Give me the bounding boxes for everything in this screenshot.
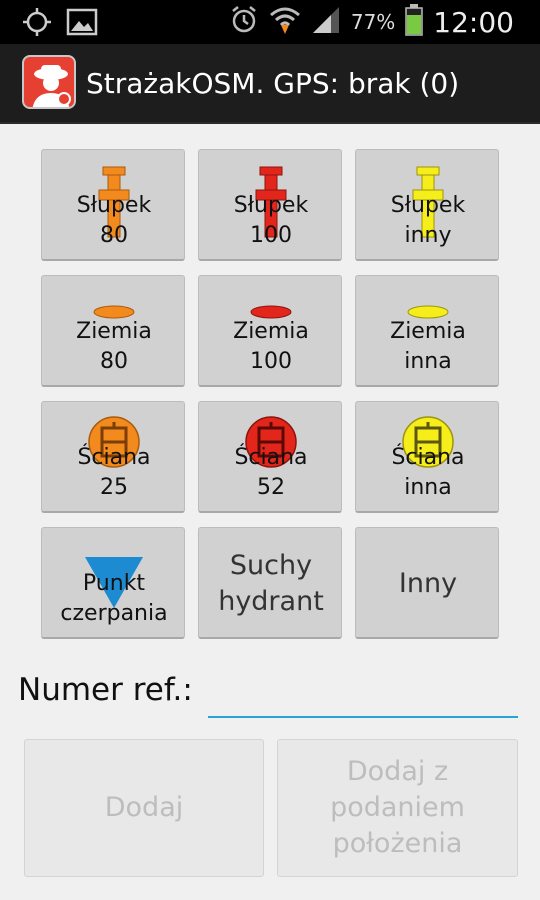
add-with-position-button[interactable]: Dodaj z podaniem położenia [277, 739, 518, 877]
signal-icon [311, 5, 341, 39]
button-label: Ściana 25 [77, 445, 151, 500]
alarm-icon [229, 5, 259, 39]
button-label: Ściana 52 [234, 445, 308, 500]
button-label: Ziemia 80 [76, 319, 152, 374]
battery-percent: 77% [350, 10, 396, 34]
dry-hydrant-button[interactable]: Suchy hydrant [198, 527, 342, 639]
app-title: StrażakOSM. GPS: brak (0) [86, 67, 460, 100]
button-label: Słupek inny [390, 193, 466, 248]
water-point-button[interactable]: Punkt czerpania [41, 527, 185, 639]
add-with-position-label: Dodaj z podaniem położenia [330, 756, 465, 859]
gps-icon [22, 7, 52, 41]
action-bar: StrażakOSM. GPS: brak (0) [0, 44, 540, 124]
image-icon [66, 8, 98, 40]
clock: 12:00 [433, 5, 514, 39]
add-button[interactable]: Dodaj [24, 739, 264, 877]
wifi-icon [269, 5, 301, 39]
battery-icon [405, 4, 424, 40]
other-button[interactable]: Inny [355, 527, 499, 639]
ref-number-input[interactable] [208, 676, 518, 718]
button-label: Słupek 80 [76, 193, 152, 248]
status-bar: 77% 12:00 [0, 0, 540, 44]
firefighter-icon [22, 55, 76, 109]
hydrant-wall-25-button[interactable]: Ściana 25 [41, 401, 185, 513]
hydrant-pillar-80-button[interactable]: Słupek 80 [41, 149, 185, 261]
button-label: Ziemia 100 [233, 319, 309, 374]
button-label: Ziemia inna [390, 319, 466, 374]
hydrant-wall-other-button[interactable]: Ściana inna [355, 401, 499, 513]
add-button-label: Dodaj [104, 792, 184, 823]
button-label: Punkt czerpania [60, 571, 168, 626]
hydrant-underground-other-button[interactable]: Ziemia inna [355, 275, 499, 387]
hydrant-underground-100-button[interactable]: Ziemia 100 [198, 275, 342, 387]
hydrant-pillar-100-button[interactable]: Słupek 100 [198, 149, 342, 261]
button-label: Inny [398, 568, 458, 599]
ref-number-label: Numer ref.: [18, 672, 193, 708]
hydrant-underground-80-button[interactable]: Ziemia 80 [41, 275, 185, 387]
hydrant-wall-52-button[interactable]: Ściana 52 [198, 401, 342, 513]
hydrant-pillar-other-button[interactable]: Słupek inny [355, 149, 499, 261]
button-label: Ściana inna [391, 445, 465, 500]
button-label: Suchy hydrant [218, 550, 324, 617]
button-label: Słupek 100 [233, 193, 309, 248]
